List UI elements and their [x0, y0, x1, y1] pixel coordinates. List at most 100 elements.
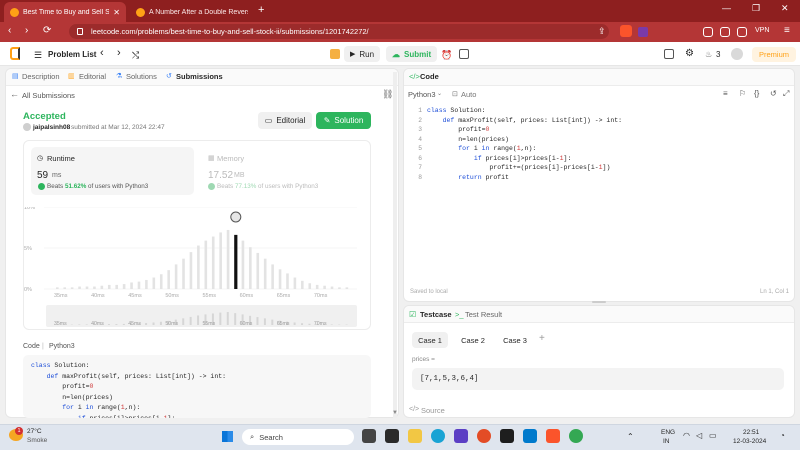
new-tab-icon[interactable]: + — [258, 4, 264, 16]
reset-icon[interactable]: ↺ — [770, 89, 777, 98]
memory-value[interactable]: 17.52 — [208, 170, 233, 181]
back-icon[interactable]: ‹ — [8, 25, 11, 36]
all-submissions-link[interactable]: All Submissions — [22, 91, 75, 100]
resize-handle[interactable] — [592, 301, 606, 303]
code-line[interactable]: def maxProfit(self, prices: List[int]) -… — [427, 117, 622, 124]
username[interactable]: jaipalsinh08 — [33, 124, 70, 131]
code-line[interactable]: profit+=(prices[i]-prices[i-1]) — [427, 164, 610, 171]
task-view-icon[interactable] — [362, 429, 376, 443]
code-line[interactable]: if prices[i]>prices[i-1]: — [427, 155, 572, 162]
streak-fire-icon[interactable]: ♨ — [705, 50, 712, 59]
close-tab-icon[interactable]: ✕ — [113, 8, 120, 17]
chrome-icon[interactable] — [477, 429, 491, 443]
url-bar[interactable]: leetcode.com/problems/best-time-to-buy-a… — [69, 24, 609, 39]
prices-input[interactable]: [7,1,5,3,6,4] — [412, 368, 784, 390]
notifications-icon[interactable]: ◔ — [780, 431, 785, 440]
code-line[interactable]: return profit — [427, 174, 509, 181]
extensions-icon[interactable] — [703, 27, 713, 37]
tab-editorial[interactable]: Editorial — [79, 72, 106, 81]
code-editor[interactable]: 1 class Solution: 2 def maxProfit(self, pr… — [404, 103, 794, 285]
source-link[interactable]: Source — [421, 406, 445, 415]
close-window-icon[interactable]: ✕ — [781, 3, 789, 14]
windows-start-icon[interactable] — [222, 431, 233, 442]
code-line[interactable]: n=len(prices) — [427, 136, 509, 143]
tab-test-result[interactable]: Test Result — [465, 310, 502, 319]
run-button[interactable]: ▶ Run — [344, 46, 381, 62]
bar — [63, 287, 67, 289]
tab-testcase[interactable]: Testcase — [420, 310, 452, 319]
volume-icon[interactable]: ◁ — [696, 431, 702, 440]
code-line[interactable]: class Solution: — [427, 107, 486, 114]
prev-problem-icon[interactable]: ‹ — [100, 47, 104, 59]
terminal-app-icon[interactable] — [385, 429, 399, 443]
jetbrains-icon[interactable] — [500, 429, 514, 443]
debug-icon[interactable] — [330, 49, 340, 59]
braces-icon[interactable]: {} — [754, 89, 759, 98]
auto-mode-label[interactable]: Auto — [461, 90, 476, 99]
visual-studio-icon[interactable] — [454, 429, 468, 443]
input-language[interactable]: ENG — [661, 429, 675, 436]
layout-icon[interactable] — [664, 49, 674, 59]
file-explorer-icon[interactable] — [408, 429, 422, 443]
case-3-button[interactable]: Case 3 — [497, 332, 533, 348]
maximize-icon[interactable]: ❐ — [752, 3, 760, 14]
brave-icon[interactable] — [546, 429, 560, 443]
chrome-profile-icon[interactable] — [569, 429, 583, 443]
minimize-icon[interactable]: — — [722, 3, 731, 13]
editorial-button[interactable]: ▭ Editorial — [258, 112, 312, 129]
forward-icon[interactable]: › — [25, 25, 28, 36]
overview-bar — [107, 324, 110, 325]
scroll-down-icon[interactable]: ▼ — [392, 410, 398, 416]
runtime-distribution-chart[interactable]: 10% 5% 0% 35ms 40ms 45ms 50ms 55ms 60ms 65ms 70ms 3… — [22, 207, 360, 329]
overview-bar — [293, 322, 296, 325]
edge-icon[interactable] — [431, 429, 445, 443]
notes-icon[interactable] — [459, 49, 469, 59]
line-number: 4 — [418, 135, 422, 143]
shuffle-icon[interactable]: ⤭ — [132, 50, 139, 61]
brave-shields-icon[interactable] — [620, 25, 632, 37]
left-scrollbar[interactable] — [393, 72, 397, 418]
code-line[interactable]: for i in range(1,n): — [427, 145, 536, 152]
taskbar-search[interactable]: ⌕ Search — [242, 429, 354, 445]
reload-icon[interactable]: ⟳ — [43, 25, 51, 36]
leetcode-logo-icon[interactable] — [10, 47, 20, 60]
clock-time[interactable]: 22:51 — [743, 429, 759, 436]
browser-tab[interactable]: A Number After a Double Reversal — [130, 2, 254, 22]
timer-icon[interactable]: ⏰ — [441, 50, 452, 61]
tray-chevron-icon[interactable]: ⌃ — [627, 432, 634, 441]
tab-solutions[interactable]: Solutions — [126, 72, 157, 81]
tab-submissions[interactable]: Submissions — [176, 72, 223, 81]
code-lang: Python3 — [49, 343, 75, 350]
chevron-down-icon: ⌄ — [437, 91, 443, 97]
x-tick-label: 60ms — [240, 293, 254, 299]
sidebar-toggle-icon[interactable] — [720, 27, 730, 37]
bookmark-icon[interactable]: ⚐ — [739, 89, 746, 98]
overview-bar — [330, 324, 333, 325]
fullscreen-icon[interactable]: ⤢ — [783, 89, 789, 99]
share-link-icon[interactable]: ⛓ — [382, 89, 393, 100]
premium-button[interactable]: Premium — [752, 47, 797, 62]
share-icon[interactable]: ⇪ — [598, 26, 606, 37]
language-select[interactable]: Python3 — [408, 90, 436, 99]
solution-button[interactable]: ✎ Solution — [316, 112, 371, 129]
battery-icon[interactable]: ▭ — [709, 431, 717, 440]
submit-button[interactable]: ☁ Submit — [386, 46, 438, 62]
wifi-icon[interactable]: ◠ — [683, 431, 690, 440]
back-arrow-icon[interactable]: ← — [10, 89, 19, 99]
brave-rewards-icon[interactable] — [638, 27, 648, 37]
wallet-icon[interactable] — [737, 27, 747, 37]
add-case-icon[interactable]: + — [539, 333, 545, 344]
browser-menu-icon[interactable]: ≡ — [784, 25, 790, 36]
case-2-button[interactable]: Case 2 — [455, 332, 491, 348]
vscode-icon[interactable] — [523, 429, 537, 443]
settings-gear-icon[interactable]: ⚙ — [685, 48, 694, 59]
next-problem-icon[interactable]: › — [117, 47, 121, 59]
case-1-button[interactable]: Case 1 — [412, 332, 448, 348]
format-icon[interactable]: ≡ — [723, 89, 728, 98]
avatar[interactable] — [731, 48, 743, 60]
browser-tab-active[interactable]: Best Time to Buy and Sell Stock ✕ — [4, 2, 126, 22]
code-line[interactable]: profit=0 — [427, 126, 489, 133]
vpn-button[interactable]: VPN — [755, 27, 769, 34]
problem-list-link[interactable]: Problem List — [48, 50, 96, 59]
tab-description[interactable]: Description — [22, 72, 60, 81]
